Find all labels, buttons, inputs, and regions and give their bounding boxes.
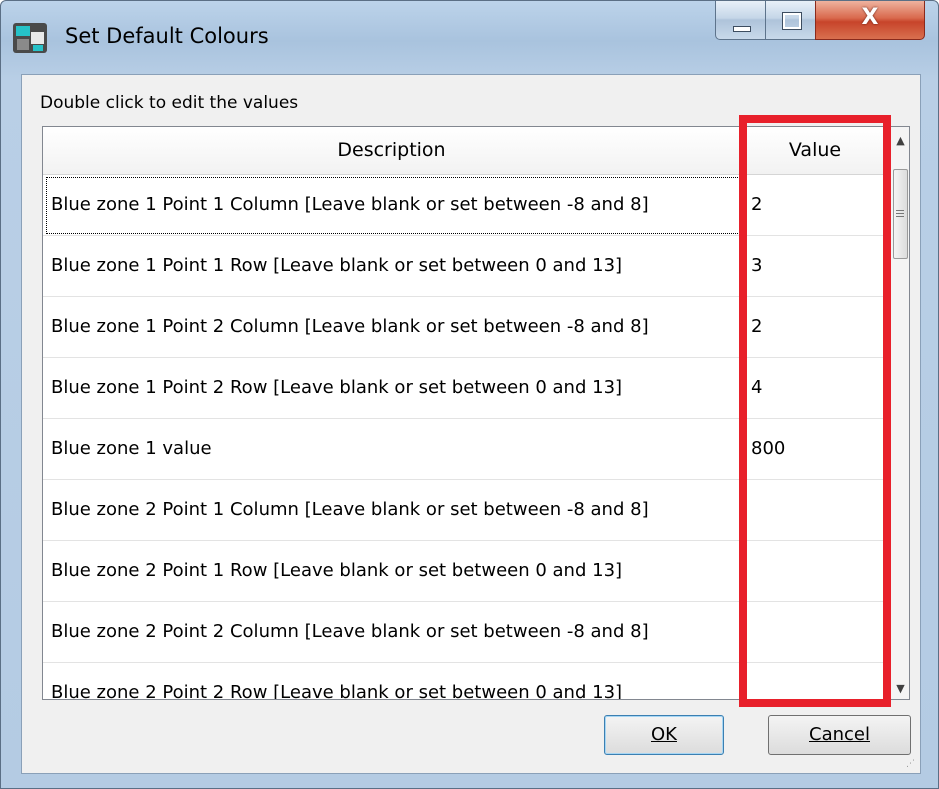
instruction-label: Double click to edit the values (40, 93, 299, 113)
app-icon[interactable] (13, 23, 47, 53)
vertical-scrollbar[interactable]: ▲ ▼ (890, 127, 909, 699)
minimize-icon (733, 26, 751, 32)
ok-button-label: OK (651, 724, 677, 745)
thumb-grip-line (896, 213, 904, 214)
description-cell: Blue zone 2 Point 1 Row [Leave blank or … (51, 560, 623, 581)
scrollbar-thumb[interactable] (893, 169, 908, 259)
thumb-grip-line (896, 210, 904, 211)
description-cell: Blue zone 2 Point 2 Row [Leave blank or … (51, 682, 623, 700)
window-title: Set Default Colours (65, 24, 269, 48)
scroll-up-arrow-icon[interactable]: ▲ (891, 131, 909, 151)
scroll-down-arrow-icon[interactable]: ▼ (891, 679, 909, 699)
title-bar[interactable]: Set Default Colours X (1, 1, 938, 75)
caption-buttons: X (715, 1, 929, 41)
thumb-grip-line (896, 216, 904, 217)
description-cell: Blue zone 1 Point 1 Column [Leave blank … (51, 194, 649, 215)
description-cell: Blue zone 2 Point 1 Column [Leave blank … (51, 499, 649, 520)
description-cell: Blue zone 2 Point 2 Column [Leave blank … (51, 621, 649, 642)
description-cell: Blue zone 1 Point 1 Row [Leave blank or … (51, 255, 623, 276)
cancel-button-label: Cancel (809, 724, 870, 745)
dialog-client-area: Double click to edit the values Descript… (21, 74, 921, 774)
cancel-button[interactable]: Cancel (768, 715, 911, 755)
maximize-icon (782, 12, 802, 30)
value-column-highlight (739, 115, 891, 707)
maximize-button[interactable] (765, 1, 817, 40)
close-icon: X (861, 5, 879, 30)
column-header-description[interactable]: Description (43, 127, 741, 174)
description-cell: Blue zone 1 Point 2 Column [Leave blank … (51, 316, 649, 337)
close-button[interactable]: X (815, 1, 925, 40)
resize-grip-icon[interactable]: ⋰ (906, 759, 916, 769)
ok-button[interactable]: OK (604, 715, 724, 755)
description-cell: Blue zone 1 Point 2 Row [Leave blank or … (51, 377, 623, 398)
dialog-window: Set Default Colours X Double click to ed… (0, 0, 939, 789)
description-cell: Blue zone 1 value (51, 438, 212, 459)
minimize-button[interactable] (715, 1, 767, 40)
